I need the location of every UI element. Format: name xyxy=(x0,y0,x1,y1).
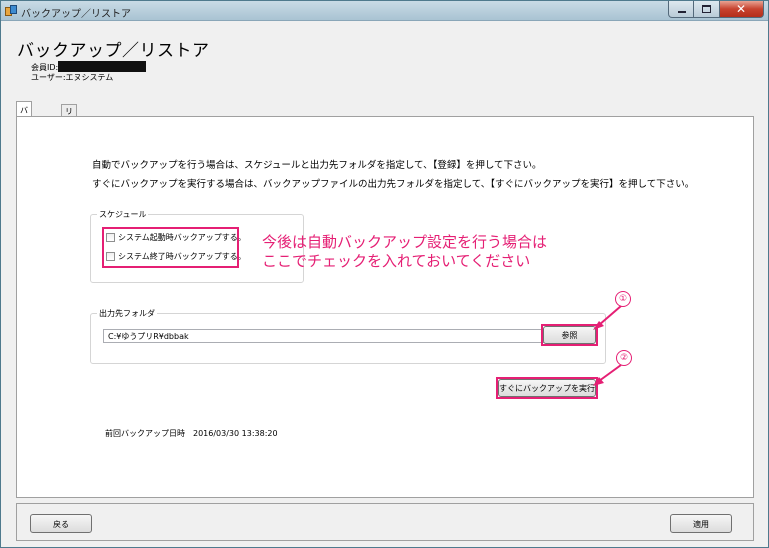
redacted-member-id xyxy=(58,61,147,72)
annotation-line-2: ここでチェックを入れておいてください xyxy=(262,252,531,270)
close-icon: ✕ xyxy=(736,2,747,16)
close-button[interactable]: ✕ xyxy=(720,1,764,18)
output-path-input[interactable]: C:¥ゆうプリR¥dbbak xyxy=(103,329,547,343)
description-line-1: 自動でバックアップを行う場合は、スケジュールと出力先フォルダを指定して、【登録】… xyxy=(92,160,542,171)
user-name: ユーザー:エヌシステム xyxy=(31,73,114,82)
schedule-highlight-box xyxy=(102,227,239,268)
run-highlight-box xyxy=(496,377,598,399)
footer-bar: 戻る 適用 xyxy=(16,503,754,541)
member-id-label: 会員ID: xyxy=(31,63,59,72)
window-controls: ✕ xyxy=(668,1,764,18)
maximize-button[interactable] xyxy=(694,1,720,18)
backup-restore-window: バックアップ／リストア ✕ バックアップ／リストア 会員ID: ユーザー:エヌシ… xyxy=(0,0,769,548)
minimize-button[interactable] xyxy=(668,1,694,18)
window-title: バックアップ／リストア xyxy=(21,9,131,20)
schedule-legend: スケジュール xyxy=(97,209,149,220)
app-icon xyxy=(5,5,17,17)
page-title: バックアップ／リストア xyxy=(17,41,210,61)
minimize-icon xyxy=(678,11,686,13)
back-button[interactable]: 戻る xyxy=(30,514,92,533)
browse-highlight-box xyxy=(541,324,598,346)
apply-button[interactable]: 適用 xyxy=(670,514,732,533)
step-2-marker: ② xyxy=(616,350,632,366)
backup-panel: 自動でバックアップを行う場合は、スケジュールと出力先フォルダを指定して、【登録】… xyxy=(16,116,754,498)
output-folder-legend: 出力先フォルダ xyxy=(97,308,157,319)
description-line-2: すぐにバックアップを実行する場合は、バックアップファイルの出力先フォルダを指定し… xyxy=(92,179,695,190)
last-backup-datetime: 前回バックアップ日時 2016/03/30 13:38:20 xyxy=(105,429,278,438)
step-1-marker: ① xyxy=(615,291,631,307)
title-bar[interactable]: バックアップ／リストア ✕ xyxy=(1,1,768,21)
maximize-icon xyxy=(702,5,711,13)
annotation-line-1: 今後は自動バックアップ設定を行う場合は xyxy=(262,233,548,251)
